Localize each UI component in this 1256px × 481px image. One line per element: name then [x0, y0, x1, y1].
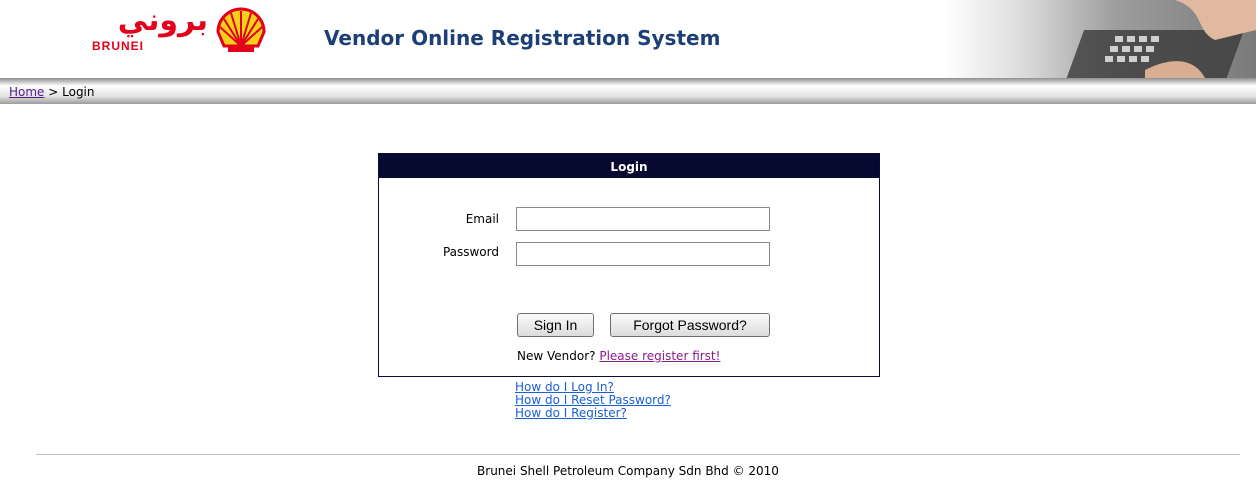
keyboard-hands-image — [945, 0, 1256, 78]
login-panel: Login Email Password Sign In Forgot Pass… — [378, 153, 880, 377]
breadcrumb-bar: Home > Login — [0, 78, 1256, 104]
new-vendor-text: New Vendor? — [517, 349, 600, 363]
logo-arabic-text: بروني — [117, 3, 208, 38]
breadcrumb-current: Login — [62, 85, 95, 99]
new-vendor-prompt: New Vendor? Please register first! — [517, 349, 720, 363]
breadcrumb: Home > Login — [9, 85, 95, 99]
forgot-password-button[interactable]: Forgot Password? — [610, 313, 770, 337]
header: بروني BRUNEI Vendor Online Registration … — [0, 0, 1256, 78]
password-label: Password — [442, 245, 499, 259]
footer-copyright: Brunei Shell Petroleum Company Sdn Bhd ©… — [477, 464, 779, 478]
email-input[interactable] — [516, 207, 770, 231]
register-link[interactable]: Please register first! — [599, 349, 720, 363]
brunei-logo: بروني BRUNEI — [80, 3, 210, 54]
help-register-link[interactable]: How do I Register? — [515, 407, 671, 420]
breadcrumb-separator: > — [44, 85, 63, 99]
password-input[interactable] — [516, 242, 770, 266]
footer-divider — [36, 454, 1240, 455]
sign-in-button[interactable]: Sign In — [517, 313, 594, 337]
shell-logo-icon — [216, 7, 266, 52]
email-label: Email — [465, 212, 499, 226]
login-heading: Login — [379, 154, 879, 178]
app-title: Vendor Online Registration System — [324, 26, 721, 50]
help-links: How do I Log In? How do I Reset Password… — [515, 381, 671, 420]
logo-brunei-text: BRUNEI — [92, 39, 145, 53]
breadcrumb-home-link[interactable]: Home — [9, 85, 44, 99]
